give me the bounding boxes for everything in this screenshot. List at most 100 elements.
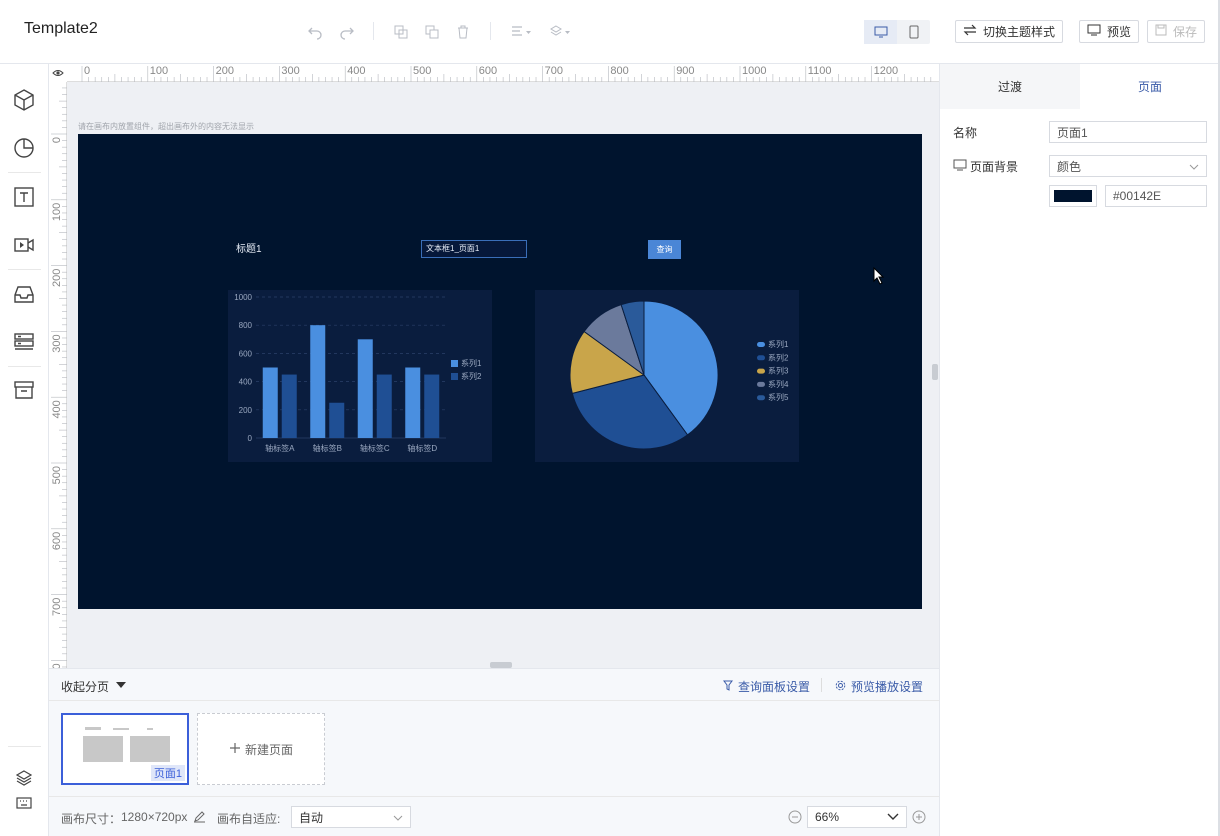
query-button-widget[interactable]: 查询 bbox=[648, 240, 681, 259]
ruler-label: 1100 bbox=[808, 65, 832, 77]
ruler-label: 800 bbox=[610, 65, 628, 77]
status-bar: 画布尺寸： 1280×720px 画布自适应: 自动 66% bbox=[49, 796, 939, 836]
pie-chart-widget[interactable]: 系列1 系列2 系列3 系列4 系列5 bbox=[535, 290, 799, 462]
mobile-icon[interactable] bbox=[897, 20, 930, 44]
x-tick-label: 轴标签B bbox=[313, 443, 342, 453]
ruler-label: 900 bbox=[676, 65, 694, 77]
legend-label: 系列2 bbox=[768, 352, 789, 362]
bar bbox=[357, 339, 373, 438]
color-swatch[interactable] bbox=[1049, 185, 1097, 207]
legend-label: 系列4 bbox=[768, 379, 789, 389]
y-tick-label: 200 bbox=[239, 406, 253, 415]
preview-play-settings-link[interactable]: 预览播放设置 bbox=[835, 678, 923, 695]
align-icon[interactable] bbox=[510, 22, 534, 42]
switch-theme-button[interactable]: 切换主题样式 bbox=[955, 20, 1064, 43]
ruler-label: 300 bbox=[51, 334, 63, 352]
new-page-button[interactable]: 新建页面 bbox=[197, 713, 325, 785]
page-name-input[interactable]: 页面1 bbox=[1049, 121, 1207, 143]
monitor-icon bbox=[1087, 24, 1101, 39]
chevron-down-icon bbox=[393, 810, 403, 824]
bar-chart-widget[interactable]: 0 200 400 600 800 1000 轴标签A 轴标签B 轴标签C 轴标签D 系列1 系列2 bbox=[228, 290, 492, 462]
ruler-horizontal: 0 100 200 300 400 500 600 700 800 900 1000 1100 1200 bbox=[49, 64, 939, 82]
save-icon bbox=[1155, 24, 1167, 39]
redo-icon[interactable] bbox=[337, 22, 357, 42]
layer-order-icon[interactable] bbox=[549, 22, 573, 42]
legend-label: 系列1 bbox=[768, 339, 789, 349]
canvas-adapt-select[interactable]: 自动 bbox=[291, 806, 411, 828]
color-hex-input[interactable]: #00142E bbox=[1105, 185, 1207, 207]
zoom-in-icon[interactable] bbox=[912, 810, 926, 827]
x-tick-label: 轴标签A bbox=[265, 443, 295, 453]
paste-icon[interactable] bbox=[422, 22, 442, 42]
tab-page[interactable]: 页面 bbox=[1080, 64, 1220, 109]
ruler-label: 400 bbox=[51, 400, 63, 418]
save-button[interactable]: 保存 bbox=[1147, 20, 1206, 43]
title-widget[interactable]: 标题1 bbox=[236, 240, 262, 255]
y-tick-label: 1000 bbox=[234, 293, 252, 302]
ruler-label: 100 bbox=[51, 203, 63, 221]
desktop-icon[interactable] bbox=[864, 20, 897, 44]
ruler-vertical: 0100200300400500600700800 bbox=[49, 64, 67, 668]
bar bbox=[405, 367, 421, 438]
textbox-widget[interactable]: 文本框1_页面1 bbox=[421, 240, 527, 258]
keyboard-icon[interactable] bbox=[12, 791, 36, 815]
ruler-label: 1200 bbox=[874, 65, 898, 77]
pages-header: 收起分页 查询面板设置 预览播放设置 bbox=[49, 669, 939, 701]
pages-panel: 收起分页 查询面板设置 预览播放设置 页面1 新建页面 bbox=[49, 668, 939, 796]
page-thumbnail[interactable]: 页面1 bbox=[61, 713, 189, 785]
text-icon[interactable] bbox=[12, 185, 36, 209]
legend-swatch bbox=[451, 373, 458, 380]
form-icon[interactable] bbox=[12, 330, 36, 354]
legend-swatch bbox=[757, 381, 765, 387]
undo-icon[interactable] bbox=[305, 22, 325, 42]
bar bbox=[376, 374, 392, 438]
video-icon[interactable] bbox=[12, 233, 36, 257]
query-panel-settings-link[interactable]: 查询面板设置 bbox=[723, 678, 810, 695]
legend-label: 系列1 bbox=[461, 358, 482, 368]
delete-icon[interactable] bbox=[453, 22, 473, 42]
caret-down-icon[interactable] bbox=[115, 679, 127, 693]
page-thumbnail-label: 页面1 bbox=[150, 765, 185, 781]
collapse-pages-toggle[interactable]: 收起分页 bbox=[61, 678, 109, 695]
bar bbox=[424, 374, 440, 438]
inbox-icon[interactable] bbox=[12, 282, 36, 306]
bar bbox=[329, 402, 345, 438]
legend-swatch bbox=[757, 395, 765, 401]
canvas-area[interactable]: 0 100 200 300 400 500 600 700 800 900 1000 1100 1200… bbox=[49, 64, 939, 668]
ruler-label: 200 bbox=[216, 65, 234, 77]
cube-icon[interactable] bbox=[12, 88, 36, 112]
legend-label: 系列3 bbox=[768, 366, 789, 376]
chevron-down-icon bbox=[887, 810, 899, 824]
preview-button[interactable]: 预览 bbox=[1079, 20, 1140, 43]
legend-swatch bbox=[451, 360, 458, 367]
zoom-out-icon[interactable] bbox=[788, 810, 802, 827]
page-canvas[interactable]: 标题1 文本框1_页面1 查询 0 200 400 600 800 1000 轴标签A 轴标签… bbox=[78, 134, 922, 609]
app-title: Template2 bbox=[24, 20, 98, 37]
ruler-label: 100 bbox=[150, 65, 168, 77]
mouse-cursor-icon bbox=[873, 266, 885, 288]
ruler-label: 500 bbox=[51, 466, 63, 484]
background-type-select[interactable]: 颜色 bbox=[1049, 155, 1207, 177]
ruler-label: 500 bbox=[413, 65, 431, 77]
edit-icon[interactable] bbox=[193, 810, 206, 826]
legend-swatch bbox=[757, 355, 765, 361]
bar bbox=[262, 367, 278, 438]
tab-transition[interactable]: 过渡 bbox=[940, 64, 1080, 109]
canvas-hint: 请在画布内放置组件，超出画布外的内容无法显示 bbox=[78, 122, 254, 131]
layers-icon[interactable] bbox=[12, 766, 36, 790]
pie-chart-icon[interactable] bbox=[12, 136, 36, 160]
eye-icon[interactable] bbox=[49, 64, 67, 82]
legend-label: 系列5 bbox=[768, 392, 789, 402]
page-background-label: 页面背景 bbox=[953, 158, 1018, 175]
chevron-down-icon bbox=[1189, 159, 1199, 173]
bar bbox=[310, 325, 326, 438]
properties-panel: 过渡 页面 名称 页面1 页面背景 颜色 #00142E bbox=[939, 64, 1220, 836]
zoom-select[interactable]: 66% bbox=[807, 806, 907, 828]
vertical-resize-handle[interactable] bbox=[932, 364, 938, 380]
swap-icon bbox=[963, 24, 977, 39]
copy-icon[interactable] bbox=[391, 22, 411, 42]
canvas-adapt-label: 画布自适应: bbox=[217, 812, 281, 826]
bar bbox=[281, 374, 297, 438]
ruler-label: 700 bbox=[545, 65, 563, 77]
archive-icon[interactable] bbox=[12, 378, 36, 402]
